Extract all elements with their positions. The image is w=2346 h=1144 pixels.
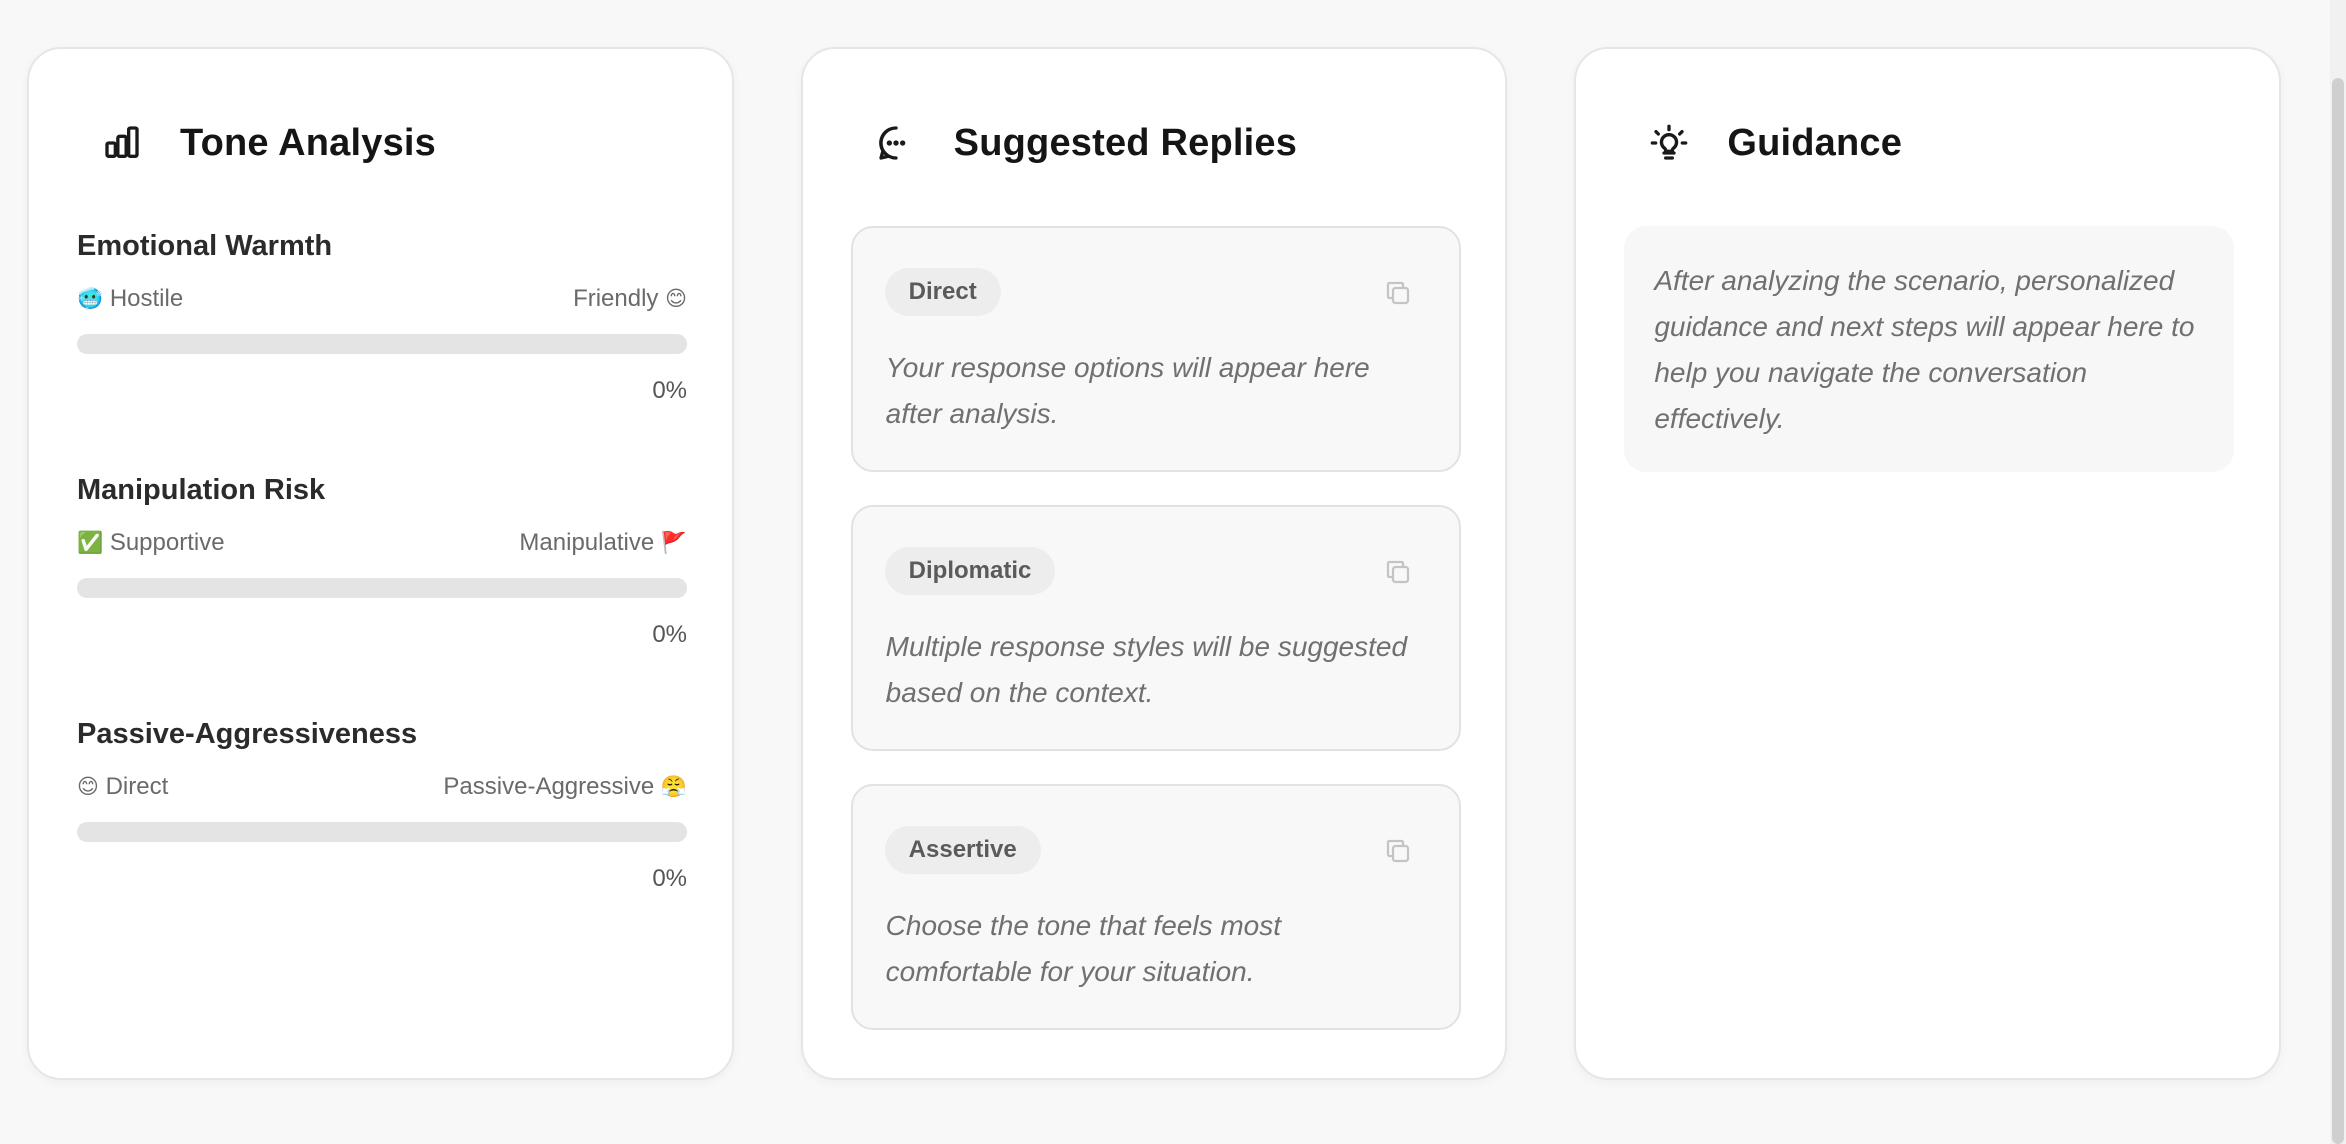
tone-analysis-header: Tone Analysis — [98, 113, 436, 173]
smiling-face-icon: 😊 — [77, 775, 99, 799]
guidance-text: After analyzing the scenario, personaliz… — [1624, 226, 2235, 472]
reply-text: Multiple response styles will be suggest… — [885, 631, 1408, 708]
metric-title: Manipulation Risk — [77, 474, 326, 506]
metric-right-end: Friendly 😊 — [573, 284, 687, 314]
metric-bar — [77, 334, 687, 354]
cold-face-icon: 🥶 — [77, 287, 104, 311]
copy-icon[interactable] — [1383, 278, 1413, 308]
huffing-face-icon: 😤 — [660, 775, 687, 799]
metric-scale-labels: ✅ Supportive Manipulative 🚩 — [77, 528, 687, 558]
tone-analysis-card: Tone Analysis Emotional Warmth 🥶 Hostile… — [27, 47, 734, 1080]
reply-tag: Assertive — [884, 826, 1041, 874]
metric-left-label: Direct — [105, 773, 169, 800]
scrollbar-thumb[interactable] — [2332, 78, 2344, 1144]
metric-bar — [77, 578, 687, 598]
reply-card-diplomatic: Diplomatic Multiple response styles will… — [850, 505, 1461, 751]
metric-right-end: Passive-Aggressive 😤 — [443, 772, 687, 802]
bar-chart-icon — [98, 119, 146, 167]
tone-analysis-title: Tone Analysis — [180, 121, 437, 164]
smiling-face-icon: 😊 — [665, 287, 687, 311]
page-scrollbar[interactable] — [2330, 0, 2346, 1144]
metric-scale-labels: 🥶 Hostile Friendly 😊 — [77, 284, 687, 314]
reply-tag: Direct — [884, 268, 1001, 316]
metric-title: Emotional Warmth — [77, 230, 333, 262]
metric-right-end: Manipulative 🚩 — [519, 528, 687, 558]
guidance-title: Guidance — [1727, 121, 1903, 164]
metric-right-label: Passive-Aggressive — [443, 773, 655, 800]
metric-left-end: 🥶 Hostile — [77, 284, 183, 314]
copy-icon[interactable] — [1383, 557, 1413, 587]
red-flag-icon: 🚩 — [660, 531, 687, 555]
reply-text: Your response options will appear here a… — [885, 352, 1370, 429]
metric-manipulation-risk: Manipulation Risk ✅ Supportive Manipulat… — [77, 470, 687, 650]
reply-card-assertive: Assertive Choose the tone that feels mos… — [850, 784, 1461, 1030]
suggested-replies-title: Suggested Replies — [953, 121, 1298, 164]
metric-passive-aggressiveness: Passive-Aggressiveness 😊 Direct Passive-… — [77, 714, 687, 894]
metric-value: 0% — [652, 621, 687, 648]
suggested-replies-header: Suggested Replies — [872, 113, 1297, 173]
metric-left-label: Supportive — [109, 529, 225, 556]
lightbulb-icon — [1645, 119, 1693, 167]
metric-left-end: ✅ Supportive — [77, 528, 225, 558]
reply-text: Choose the tone that feels most comforta… — [885, 910, 1282, 987]
metric-right-label: Manipulative — [519, 529, 655, 556]
metric-value: 0% — [652, 865, 687, 892]
metric-scale-labels: 😊 Direct Passive-Aggressive 😤 — [77, 772, 687, 802]
guidance-card: Guidance After analyzing the scenario, p… — [1574, 47, 2282, 1080]
metric-left-label: Hostile — [109, 285, 184, 312]
metric-title: Passive-Aggressiveness — [77, 718, 418, 750]
metric-bar — [77, 822, 687, 842]
reply-tag: Diplomatic — [884, 547, 1056, 595]
metric-left-end: 😊 Direct — [77, 772, 168, 802]
metric-emotional-warmth: Emotional Warmth 🥶 Hostile Friendly 😊 0% — [77, 226, 687, 406]
copy-icon[interactable] — [1383, 836, 1413, 866]
results-grid: Tone Analysis Emotional Warmth 🥶 Hostile… — [27, 47, 2282, 1080]
chat-bubble-icon — [872, 119, 920, 167]
guidance-header: Guidance — [1645, 113, 1902, 173]
metric-value: 0% — [652, 377, 687, 404]
reply-card-direct: Direct Your response options will appear… — [850, 226, 1461, 472]
metric-right-label: Friendly — [573, 285, 659, 312]
check-mark-icon: ✅ — [77, 531, 104, 555]
suggested-replies-card: Suggested Replies Direct Your response o… — [800, 47, 1508, 1080]
